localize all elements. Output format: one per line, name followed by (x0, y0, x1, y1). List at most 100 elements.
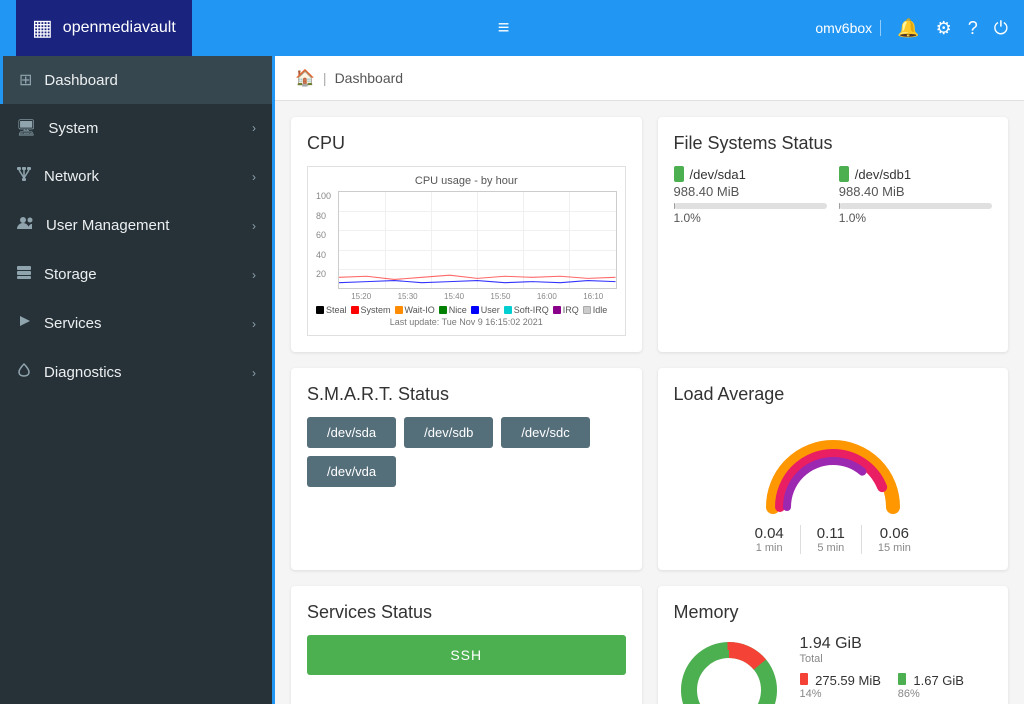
smart-devices: /dev/sda /dev/sdb /dev/sdc /dev/vda (307, 417, 626, 487)
system-chevron: › (252, 121, 256, 135)
smart-sdb[interactable]: /dev/sdb (404, 417, 493, 448)
services-chevron: › (252, 317, 256, 331)
legend-nice: Nice (439, 305, 467, 315)
legend-softirq-label: Soft-IRQ (514, 305, 549, 315)
y-label-100: 100 (316, 191, 334, 201)
legend-steal-label: Steal (326, 305, 347, 315)
home-icon[interactable]: 🏠 (295, 68, 315, 88)
legend-irq: IRQ (553, 305, 579, 315)
memory-donut-svg (674, 635, 784, 704)
cpu-chart-title: CPU usage - by hour (316, 175, 617, 187)
network-icon (16, 166, 32, 187)
sidebar-item-storage-label: Storage (44, 266, 97, 283)
settings-icon[interactable]: ⚙ (936, 18, 952, 39)
logo-icon: ▦ (32, 15, 53, 41)
x-label-1530: 15:30 (398, 292, 418, 301)
filesystem-card: File Systems Status /dev/sda1 988.40 MiB… (658, 117, 1009, 352)
legend-idle: Idle (583, 305, 608, 315)
cpu-last-update: Last update: Tue Nov 9 16:15:02 2021 (316, 317, 617, 327)
sidebar-item-storage[interactable]: Storage › (0, 250, 272, 299)
cpu-card: CPU CPU usage - by hour 100 80 60 40 20 (291, 117, 642, 352)
fs-sda1-percent: 1.0% (674, 211, 827, 225)
load-5min-num: 0.11 (817, 525, 845, 542)
load-15min: 0.06 15 min (878, 525, 911, 554)
legend-waitio-label: Wait-IO (405, 305, 435, 315)
memory-free-indicator (898, 673, 906, 685)
legend-steal: Steal (316, 305, 347, 315)
filesystem-grid: /dev/sda1 988.40 MiB 1.0% /dev/sdb1 (674, 166, 993, 225)
power-icon[interactable]: ⏻ (994, 18, 1008, 39)
fs-sda1-indicator (674, 166, 684, 182)
load-1min-label: 1 min (755, 542, 784, 554)
topbar-left: ≡ (490, 13, 518, 44)
sidebar-item-diagnostics[interactable]: Diagnostics › (0, 348, 272, 397)
memory-info: 1.94 GiB Total 275.59 MiB 14% (800, 635, 993, 700)
legend-idle-label: Idle (593, 305, 608, 315)
memory-used-val: 275.59 MiB 14% (800, 673, 894, 700)
sidebar-item-diagnostics-label: Diagnostics (44, 364, 122, 381)
fs-item-sda1: /dev/sda1 988.40 MiB 1.0% (674, 166, 827, 225)
hamburger-icon[interactable]: ≡ (490, 13, 518, 44)
network-chevron: › (252, 170, 256, 184)
system-icon: 🖥 (16, 118, 36, 138)
sidebar-item-system-label: System (48, 120, 98, 137)
y-label-20: 20 (316, 269, 334, 279)
storage-icon (16, 264, 32, 285)
sidebar-item-dashboard-left: ⊞ Dashboard (19, 70, 118, 90)
cpu-legend: Steal System Wait-IO Nice (316, 305, 617, 315)
smart-vda[interactable]: /dev/vda (307, 456, 396, 487)
load-15min-num: 0.06 (878, 525, 911, 542)
legend-waitio: Wait-IO (395, 305, 435, 315)
sidebar-item-system-left: 🖥 System (16, 118, 98, 138)
y-label-40: 40 (316, 250, 334, 260)
sidebar-item-user-management[interactable]: User Management › (0, 201, 272, 250)
x-label-1600: 16:00 (537, 292, 557, 301)
dashboard-grid: CPU CPU usage - by hour 100 80 60 40 20 (275, 101, 1024, 704)
sidebar-item-system[interactable]: 🖥 System › (0, 104, 272, 152)
cpu-title: CPU (307, 133, 626, 154)
fs-sdb1-indicator (839, 166, 849, 182)
fs-sda1-name: /dev/sda1 (674, 166, 827, 182)
fs-sdb1-bar-bg (839, 203, 992, 209)
memory-free-val: 1.67 GiB 86% (898, 673, 992, 700)
memory-used-val-text: 275.59 MiB (800, 673, 894, 688)
smart-sdc[interactable]: /dev/sdc (501, 417, 589, 448)
load-title: Load Average (674, 384, 993, 405)
topbar: ▦ openmediavault ≡ omv6box 🔔 ⚙ ? ⏻ (0, 0, 1024, 56)
x-label-1520: 15:20 (351, 292, 371, 301)
fs-sdb1-size: 988.40 MiB (839, 184, 992, 199)
storage-chevron: › (252, 268, 256, 282)
load-1min: 0.04 1 min (755, 525, 784, 554)
sidebar-item-network-left: Network (16, 166, 99, 187)
load-average-card: Load Average 0.04 (658, 368, 1009, 570)
memory-title: Memory (674, 602, 993, 623)
sidebar-item-services[interactable]: Services › (0, 299, 272, 348)
legend-system-label: System (361, 305, 391, 315)
sidebar-item-dashboard[interactable]: ⊞ Dashboard (0, 56, 272, 104)
bell-icon[interactable]: 🔔 (897, 18, 919, 39)
help-icon[interactable]: ? (968, 18, 978, 39)
memory-free-pct: 86% (898, 688, 992, 700)
load-sep-2 (861, 525, 862, 554)
diagnostics-icon (16, 362, 32, 383)
smart-sda[interactable]: /dev/sda (307, 417, 396, 448)
fs-item-sdb1: /dev/sdb1 988.40 MiB 1.0% (839, 166, 992, 225)
username-label: omv6box (815, 20, 881, 36)
breadcrumb-current: Dashboard (335, 70, 404, 86)
memory-total-label: Total (800, 653, 993, 665)
logo-area: ▦ openmediavault (16, 0, 192, 56)
user-management-icon (16, 215, 34, 236)
memory-stats: 275.59 MiB 14% 1.67 GiB 86% (800, 673, 993, 700)
y-label-60: 60 (316, 230, 334, 240)
dashboard-icon: ⊞ (19, 70, 32, 90)
legend-user-label: User (481, 305, 500, 315)
sidebar-item-services-left: Services (16, 313, 102, 334)
fs-sda1-size: 988.40 MiB (674, 184, 827, 199)
ssh-button[interactable]: SSH (307, 635, 626, 675)
smart-title: S.M.A.R.T. Status (307, 384, 626, 405)
memory-total-val: 1.94 GiB (800, 635, 993, 653)
sidebar-item-network[interactable]: Network › (0, 152, 272, 201)
load-gauge-svg (753, 417, 913, 517)
legend-system: System (351, 305, 391, 315)
sidebar-item-um-left: User Management (16, 215, 169, 236)
